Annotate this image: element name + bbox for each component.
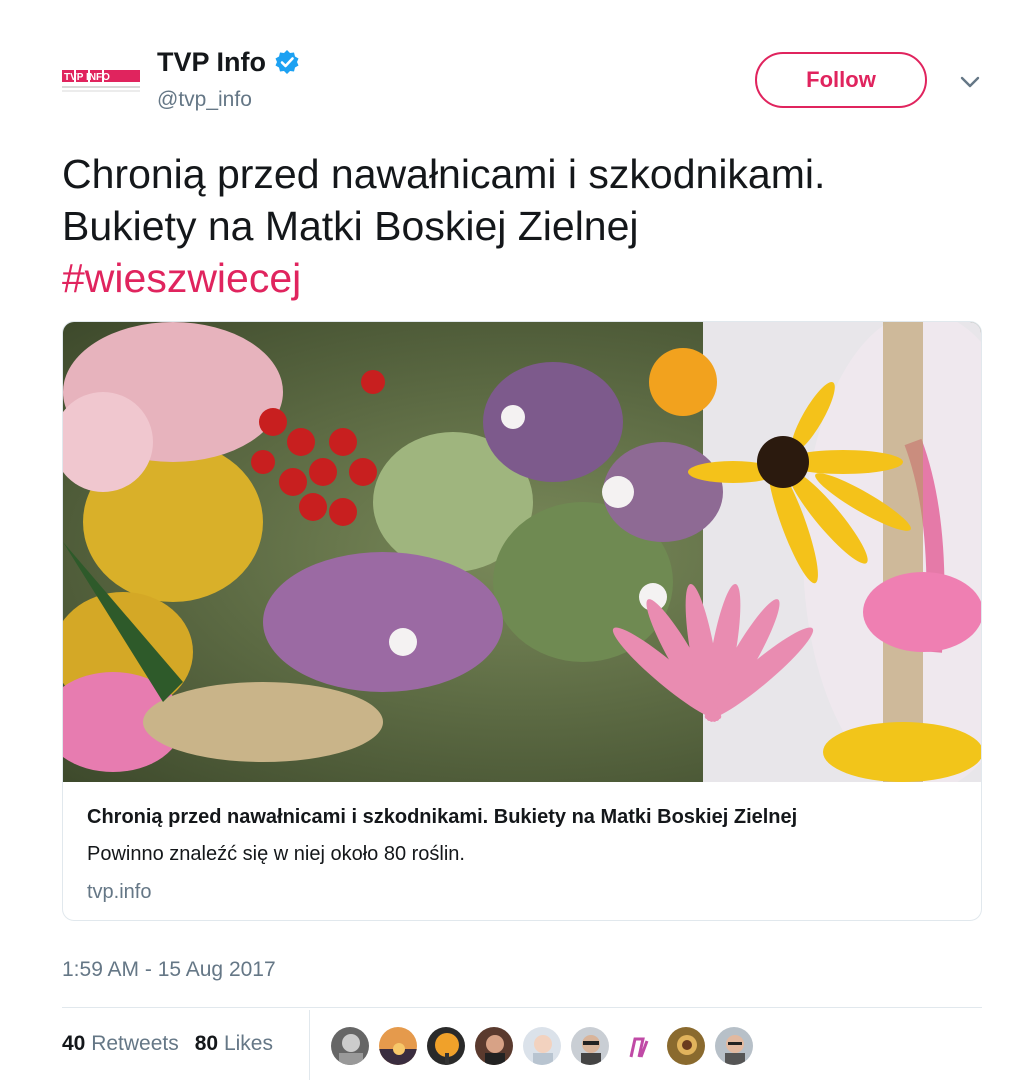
hashtag-link[interactable]: #wieszwiecej: [62, 252, 962, 304]
avatar[interactable]: [426, 1026, 466, 1066]
display-name-row[interactable]: TVP Info: [157, 46, 300, 78]
card-domain[interactable]: tvp.info: [87, 876, 957, 908]
avatar[interactable]: [618, 1026, 658, 1066]
svg-text:TVP INFO: TVP INFO: [64, 72, 110, 83]
link-card[interactable]: Chronią przed nawałnicami i szkodnikami.…: [62, 321, 982, 921]
likes-stat[interactable]: 80 Likes: [195, 1032, 273, 1056]
card-body: Chronią przed nawałnicami i szkodnikami.…: [87, 802, 957, 908]
tweet-timestamp[interactable]: 1:59 AM - 15 Aug 2017: [62, 958, 276, 982]
avatar[interactable]: [570, 1026, 610, 1066]
retweets-stat[interactable]: 40 Retweets: [62, 1032, 179, 1056]
chevron-down-icon[interactable]: [958, 72, 982, 92]
card-description: Powinno znaleźć się w niej około 80 rośl…: [87, 843, 465, 865]
follow-button[interactable]: Follow: [755, 52, 927, 108]
display-name[interactable]: TVP Info: [157, 46, 266, 78]
avatar[interactable]: [474, 1026, 514, 1066]
liker-avatars: [330, 1026, 754, 1066]
divider: [62, 1007, 982, 1008]
likes-count: 80: [194, 1032, 219, 1055]
tweet-text: Chronią przed nawałnicami i szkodnikami.…: [62, 148, 962, 304]
verified-badge-icon: [274, 49, 300, 75]
avatar[interactable]: [330, 1026, 370, 1066]
account-logo[interactable]: TVP INFO: [62, 64, 140, 94]
tweet-text-line2: Bukiety na Matki Boskiej Zielnej: [62, 203, 639, 249]
avatar[interactable]: [522, 1026, 562, 1066]
engagement-stats: 40 Retweets 80 Likes: [62, 1032, 273, 1056]
retweets-label: Retweets: [91, 1032, 179, 1055]
card-title[interactable]: Chronią przed nawałnicami i szkodnikami.…: [87, 802, 957, 832]
avatar[interactable]: [714, 1026, 754, 1066]
card-image[interactable]: [63, 322, 981, 792]
stats-divider: [309, 1010, 310, 1080]
account-handle[interactable]: @tvp_info: [157, 88, 252, 112]
avatar[interactable]: [378, 1026, 418, 1066]
avatar[interactable]: [666, 1026, 706, 1066]
retweets-count: 40: [62, 1032, 86, 1055]
tweet-text-line1: Chronią przed nawałnicami i szkodnikami.: [62, 151, 826, 197]
likes-label: Likes: [223, 1032, 273, 1055]
